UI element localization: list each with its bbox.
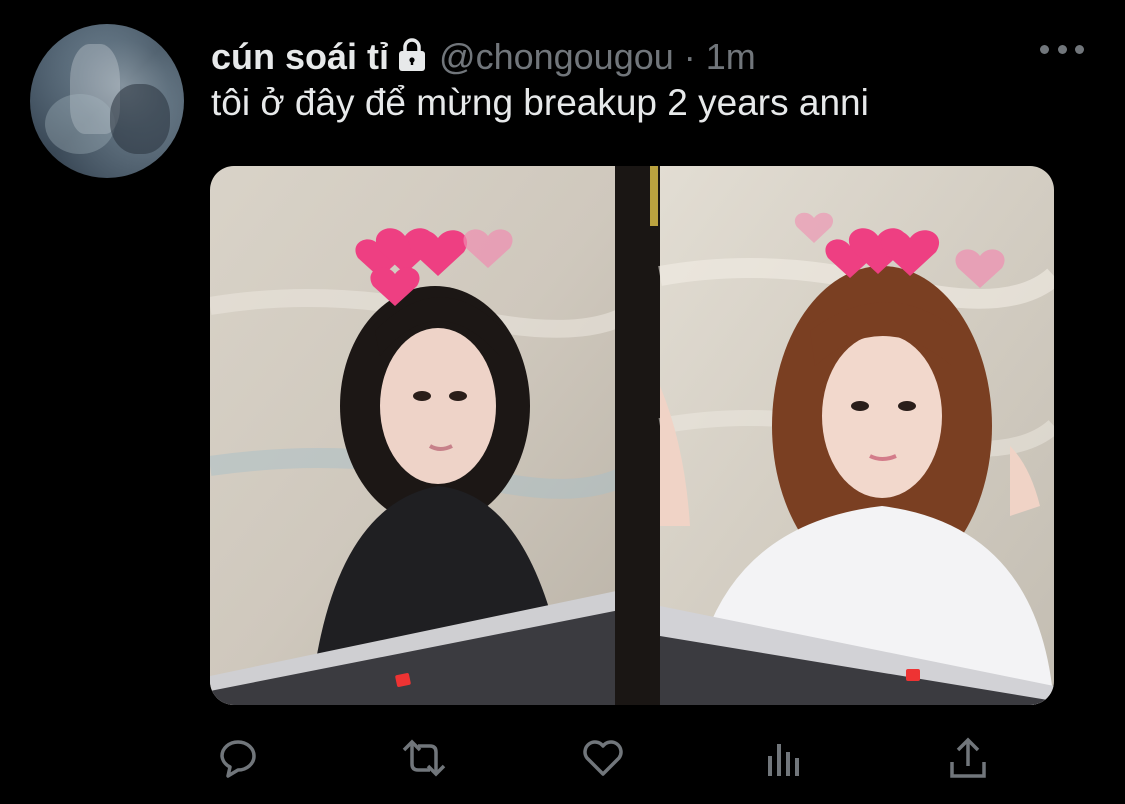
- share-upload-icon: [950, 737, 986, 778]
- media-photo: [210, 166, 1054, 705]
- heart-icon: [583, 740, 623, 776]
- tweet-text: tôi ở đây để mừng breakup 2 years anni: [211, 82, 869, 123]
- analytics-button[interactable]: [756, 730, 812, 786]
- display-name[interactable]: cún soái tỉ: [211, 36, 389, 78]
- reply-bubble-icon: [220, 740, 256, 778]
- tweet-header: cún soái tỉ @chongougou · 1m: [211, 34, 756, 80]
- handle[interactable]: @chongougou: [439, 36, 674, 78]
- like-button[interactable]: [575, 730, 631, 786]
- bar-chart-icon: [768, 744, 799, 776]
- timestamp[interactable]: 1m: [706, 36, 756, 78]
- tweet[interactable]: cún soái tỉ @chongougou · 1m tôi ở đây đ…: [0, 0, 1125, 804]
- more-horizontal-icon[interactable]: [1040, 42, 1084, 56]
- tweet-media[interactable]: [210, 166, 1054, 705]
- action-bar: [210, 730, 1000, 786]
- lock-icon: [397, 37, 427, 73]
- retweet-button[interactable]: [396, 730, 452, 786]
- separator-dot: ·: [683, 36, 696, 77]
- avatar[interactable]: [30, 24, 184, 178]
- share-button[interactable]: [940, 730, 996, 786]
- reply-button[interactable]: [210, 730, 266, 786]
- retweet-icon: [402, 739, 446, 777]
